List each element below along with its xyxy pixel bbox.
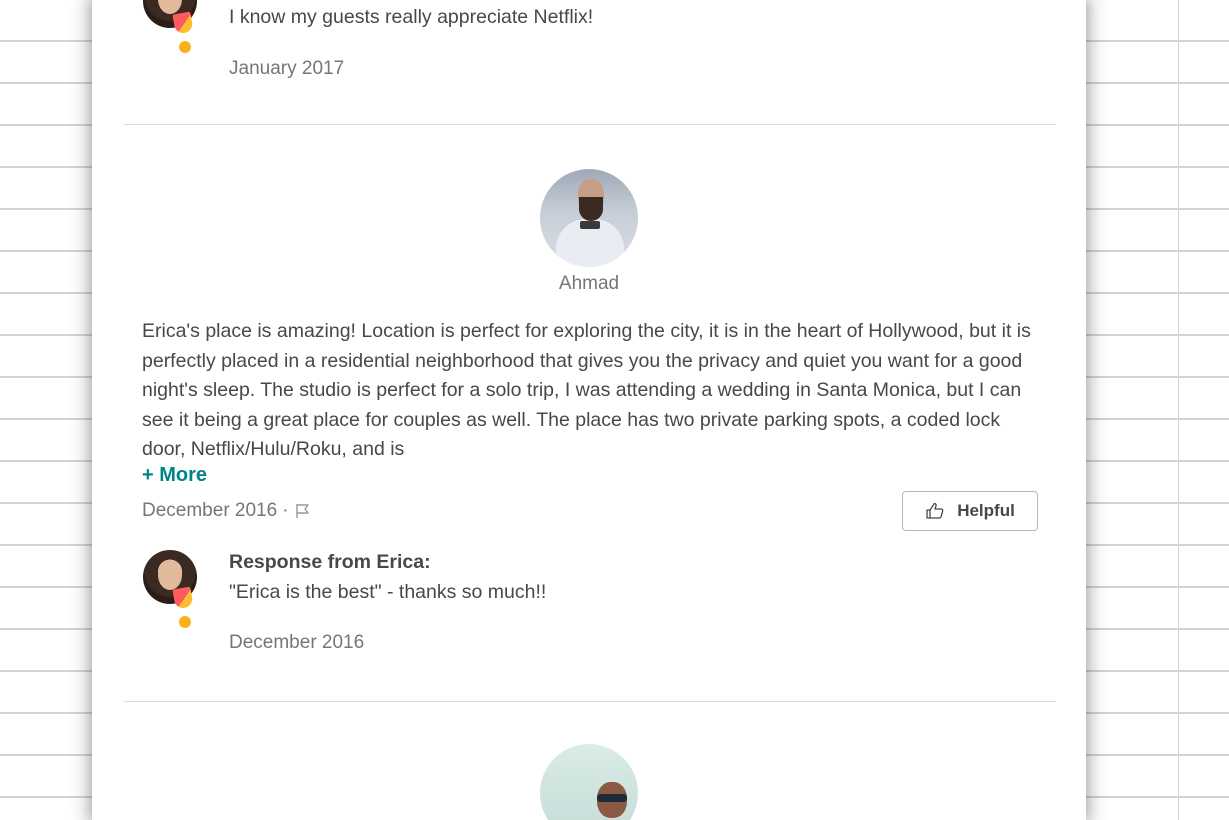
response-date: December 2016 xyxy=(229,632,365,653)
host-response-text: I know my guests really appreciate Netfl… xyxy=(229,6,594,28)
response-text: "Erica is the best" - thanks so much!! xyxy=(229,581,547,603)
review-divider xyxy=(124,124,1056,125)
host-response-date: January 2017 xyxy=(229,58,345,79)
superhost-dot-icon xyxy=(179,41,191,53)
helpful-button[interactable]: Helpful xyxy=(902,491,1038,531)
superhost-badge-icon xyxy=(172,11,194,35)
thumbs-up-icon xyxy=(925,501,945,521)
review-text: Erica's place is amazing! Location is pe… xyxy=(142,320,1031,461)
flag-icon[interactable] xyxy=(294,502,312,520)
reviews-panel: I know my guests really appreciate Netfl… xyxy=(92,0,1086,820)
meta-separator: · xyxy=(282,500,289,521)
more-link[interactable]: + More xyxy=(142,464,207,487)
helpful-label: Helpful xyxy=(957,501,1015,520)
review-divider xyxy=(124,701,1056,702)
next-reviewer-avatar[interactable] xyxy=(540,744,638,820)
review-meta: December 2016 · xyxy=(142,500,312,522)
review-date: December 2016 xyxy=(142,500,278,521)
reviewer-name[interactable]: Ahmad xyxy=(540,273,638,295)
superhost-dot-icon xyxy=(179,616,191,628)
superhost-badge-icon xyxy=(172,586,194,610)
reviewer-avatar[interactable] xyxy=(540,169,638,267)
response-title: Response from Erica: xyxy=(229,551,431,573)
background-grid-line xyxy=(1178,0,1179,820)
